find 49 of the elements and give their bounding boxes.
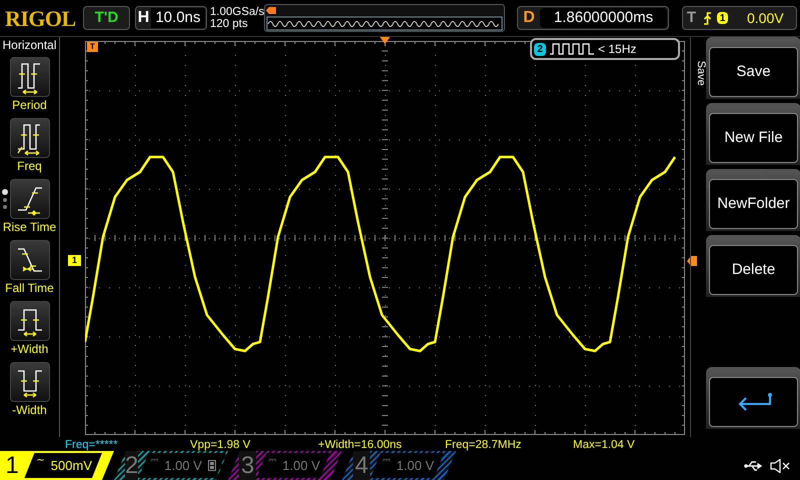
menu-button[interactable]: New File <box>706 103 800 165</box>
run-status[interactable]: T'D <box>83 6 130 30</box>
menu-button[interactable]: Delete <box>706 235 800 297</box>
channel-button[interactable]: 1 ~ 500mV <box>0 451 114 480</box>
menu-title: Save <box>694 60 708 86</box>
channel-scale: 1.00 V <box>396 456 434 475</box>
measure-button[interactable]: Rise Time <box>0 179 58 235</box>
timebase-display[interactable]: H 10.0ns <box>135 6 207 30</box>
measurement-reading: +Width=16.00ns <box>318 439 402 451</box>
channel-scale: 1.00 V <box>282 456 320 475</box>
brand-logo: RIGOL <box>4 4 77 32</box>
measure-button[interactable]: Period <box>0 57 58 113</box>
counter-reading: < 15Hz <box>598 41 636 58</box>
channel-button[interactable]: 2 ⎓ 1.00 V <box>114 451 228 480</box>
menu-button[interactable]: Save <box>706 37 800 99</box>
measurement-reading: Vpp=1.98 V <box>190 439 250 451</box>
sample-rate: 1.00GSa/s <box>210 6 262 18</box>
trigger-level: 0.00V <box>747 8 784 28</box>
measure-button[interactable]: +Width <box>0 301 58 357</box>
channel-button[interactable]: 3 ⎓ 1.00 V <box>228 451 342 480</box>
back-button[interactable] <box>706 367 800 429</box>
channel-button[interactable]: 4 ⎓ 1.00 V <box>342 451 456 480</box>
channel-scale: 500mV <box>50 456 92 475</box>
measurement-reading: Freq=28.7MHz <box>445 439 522 451</box>
measurement-reading: Max=1.04 V <box>573 439 635 451</box>
trigger-label[interactable]: T <box>685 6 698 30</box>
menu-button[interactable]: NewFolder <box>706 169 800 231</box>
coupling-symbol: ⎓ <box>268 456 276 466</box>
channel-scale: 1.00 V <box>164 456 202 475</box>
time-marker: T <box>87 42 98 52</box>
counter-source-badge: 2 <box>534 42 546 56</box>
delay-display[interactable]: D 1.86000000ms <box>517 6 669 30</box>
channel-marker: 1 <box>68 255 81 266</box>
coupling-symbol: ⎓ <box>382 456 390 466</box>
trigger-source-badge: 1 <box>717 12 728 24</box>
measure-button[interactable]: Freq <box>0 118 58 174</box>
usb-icon <box>744 460 764 470</box>
rising-edge-icon <box>703 12 712 24</box>
measure-button[interactable]: Fall Time <box>0 240 58 296</box>
square-wave-icon <box>550 43 594 55</box>
trigger-position-marker <box>380 37 390 44</box>
measurement-reading: Freq=***** <box>65 439 118 451</box>
coupling-symbol: ⎓ <box>150 456 158 466</box>
measure-button[interactable]: -Width <box>0 362 58 418</box>
menu-title: Horizontal <box>2 38 57 52</box>
memory-depth: 120 pts <box>210 18 249 30</box>
trigger-level-marker <box>687 256 697 266</box>
mute-icon <box>770 458 790 472</box>
coupling-symbol: ~ <box>36 456 45 466</box>
